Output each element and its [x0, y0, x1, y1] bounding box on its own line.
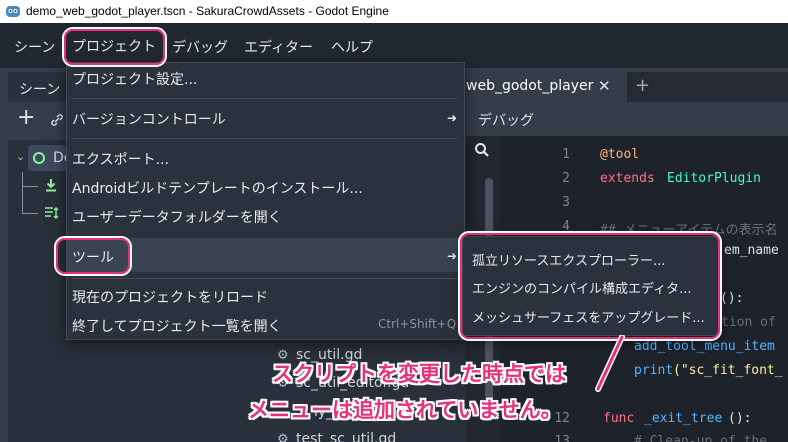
line-number: 3 — [562, 195, 570, 210]
callout-text-line1: スクリプトを変更した時点では — [272, 362, 566, 386]
download-node-icon — [46, 179, 56, 192]
code-fragment: em_name — [724, 243, 779, 258]
code-comment: # Clean-up of the — [634, 434, 768, 442]
add-node-icon[interactable]: + — [17, 107, 35, 129]
gear-icon: ⚙ — [277, 432, 289, 442]
code-fragment: (): — [720, 291, 744, 306]
menu-item-open-user-data-folder[interactable]: ユーザーデータフォルダーを開く — [72, 207, 282, 227]
menu-editor[interactable]: エディター — [244, 37, 313, 57]
window-titlebar: demo_web_godot_player.tscn - SakuraCrowd… — [0, 0, 788, 23]
menu-debug[interactable]: デバッグ — [172, 37, 228, 57]
menu-item-reload-project[interactable]: 現在のプロジェクトをリロード — [72, 287, 268, 307]
node-circle-icon — [33, 152, 45, 164]
menu-separator — [72, 98, 458, 99]
code-function-name: _exit_tree — [644, 411, 723, 426]
tree-line — [22, 213, 38, 214]
submenu-arrow-icon: ➜ — [447, 249, 458, 263]
collapse-arrow-icon[interactable]: ⌄ — [16, 150, 25, 163]
menu-item-version-control[interactable]: バージョンコントロール — [72, 109, 226, 129]
line-number: 1 — [562, 147, 570, 162]
search-icon[interactable] — [474, 142, 490, 158]
link-icon[interactable] — [50, 113, 64, 127]
menu-separator — [72, 138, 458, 139]
shortcut-label: Ctrl+Shift+Q — [378, 317, 457, 331]
line-number: 13 — [554, 434, 570, 442]
script-tab-label: web_godot_player — [466, 78, 594, 94]
scene-tab-label: シーン — [19, 82, 61, 98]
line-number: 2 — [562, 171, 570, 186]
submenu-arrow-icon: ➜ — [447, 111, 458, 125]
callout-pointer — [595, 335, 625, 392]
code-keyword: func — [603, 411, 635, 426]
code-class: EditorPlugin — [667, 171, 761, 186]
code-keyword: extends — [600, 171, 655, 186]
menu-separator — [72, 278, 458, 279]
file-item[interactable]: test_sc_util.gd — [296, 431, 396, 442]
highlight-project-menu — [64, 29, 165, 65]
callout-text-line2: メニューは追加されていません。 — [248, 398, 562, 422]
menu-item-export[interactable]: エクスポート... — [72, 149, 169, 169]
highlight-tools-submenu — [460, 233, 720, 339]
add-tab-icon[interactable]: + — [635, 75, 650, 96]
code-function-call: print — [634, 363, 674, 378]
highlight-tools-item — [56, 238, 130, 274]
tree-line — [22, 186, 38, 187]
code-annotation: @tool — [600, 147, 640, 162]
menu-scene[interactable]: シーン — [14, 37, 55, 57]
script-debug-menu[interactable]: デバッグ — [478, 110, 534, 130]
code-function-call: add_tool_menu_item — [634, 339, 775, 354]
menu-item-quit-to-project-list[interactable]: 終了してプロジェクト一覧を開く — [72, 316, 282, 336]
menu-item-install-android-template[interactable]: Androidビルドテンプレートのインストール... — [72, 178, 363, 198]
menu-help[interactable]: ヘルプ — [331, 37, 373, 57]
list-node-icon — [45, 206, 59, 220]
code-fragment: (): — [728, 411, 752, 426]
window-title: demo_web_godot_player.tscn - SakuraCrowd… — [26, 4, 389, 18]
godot-logo-icon — [6, 6, 20, 17]
close-tab-icon[interactable]: ✕ — [598, 77, 611, 95]
code-string: ("sc_fit_font_ — [673, 363, 783, 378]
code-fragment: tion of — [721, 315, 776, 330]
menu-item-project-settings[interactable]: プロジェクト設定... — [72, 69, 197, 89]
tree-line — [22, 172, 23, 214]
